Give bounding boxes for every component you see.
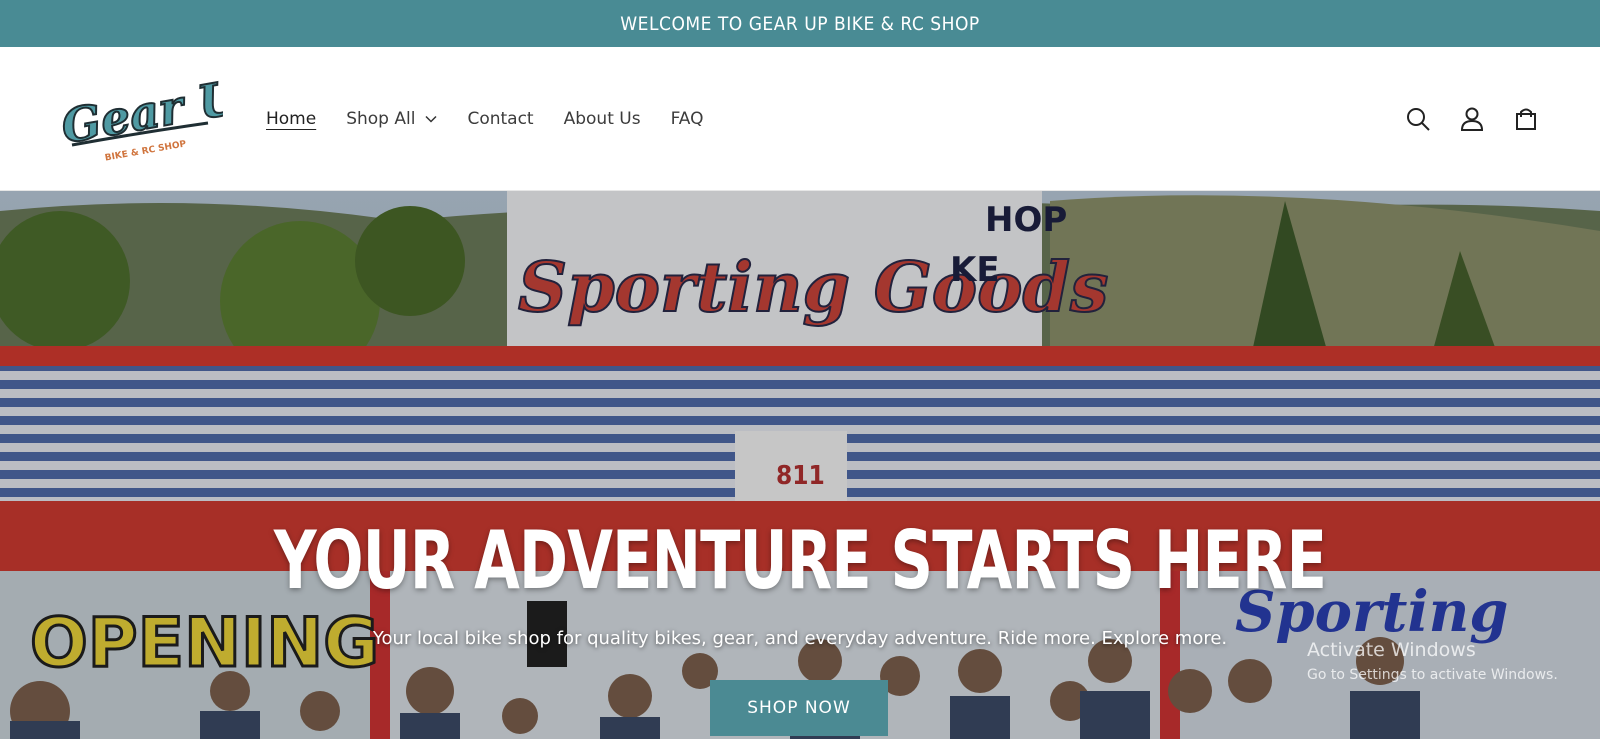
site-header: Gear Up BIKE & RC SHOP Home Shop All Con… [0,47,1600,191]
chevron-down-icon [425,115,437,123]
activate-windows-watermark: Activate Windows Go to Settings to activ… [1307,639,1558,683]
nav-about-us[interactable]: About Us [564,109,641,129]
nav-home[interactable]: Home [266,109,316,129]
nav-shop-all-label: Shop All [346,109,416,129]
announcement-text: WELCOME TO GEAR UP BIKE & RC SHOP [620,12,980,35]
search-icon[interactable] [1404,105,1432,133]
watermark-line2: Go to Settings to activate Windows. [1307,667,1558,683]
cart-icon[interactable] [1512,105,1540,133]
main-nav: Home Shop All Contact About Us FAQ [266,47,734,191]
nav-contact-label: Contact [467,109,534,129]
header-icons [1378,47,1540,191]
nav-home-label: Home [266,109,317,129]
announcement-bar: WELCOME TO GEAR UP BIKE & RC SHOP [0,0,1600,47]
account-icon[interactable] [1458,105,1486,133]
logo[interactable]: Gear Up BIKE & RC SHOP [56,63,275,165]
hero-title: YOUR ADVENTURE STARTS HERE [273,514,1327,607]
hero-banner: Sporting Goods KE HOP 811 OPENING Sporti… [0,191,1600,739]
shop-now-button[interactable]: SHOP NOW [710,680,888,736]
nav-faq-label: FAQ [670,109,704,129]
nav-shop-all[interactable]: Shop All [346,109,437,129]
nav-faq[interactable]: FAQ [671,109,704,129]
nav-contact[interactable]: Contact [467,109,533,129]
nav-about-label: About Us [563,109,641,129]
watermark-line1: Activate Windows [1307,639,1476,661]
